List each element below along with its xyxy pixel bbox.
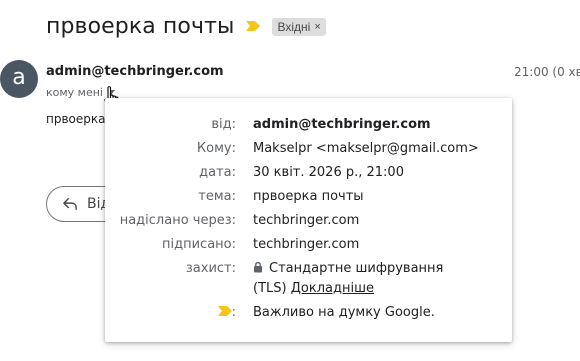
sender-avatar[interactable]: a xyxy=(0,60,38,98)
importance-value: Важливо на думку Google. xyxy=(253,305,435,320)
date-value: 30 квіт. 2026 р., 21:00 xyxy=(253,165,404,180)
lock-icon xyxy=(254,261,262,273)
importance-colon: : xyxy=(231,305,236,320)
message-time: 21:00 (0 хви xyxy=(514,65,580,79)
importance-label: : xyxy=(217,305,236,320)
subject-row: првоерка почты Вхідні × xyxy=(46,14,326,39)
security-value-line2: (TLS) Докладніше xyxy=(253,281,374,296)
subject-value: првоерка почты xyxy=(253,189,364,204)
from-value[interactable]: admin@techbringer.com xyxy=(253,117,431,132)
date-label: дата: xyxy=(199,165,236,180)
to-value[interactable]: Makselpr <makselpr@gmail.com> xyxy=(253,141,479,156)
subject-label: тема: xyxy=(198,189,236,204)
reply-icon xyxy=(63,198,77,210)
email-subject: првоерка почты xyxy=(46,14,235,39)
tls-text: (TLS) xyxy=(253,281,287,296)
from-label: від: xyxy=(211,117,236,132)
remove-label-icon[interactable]: × xyxy=(314,21,320,33)
inbox-label-chip[interactable]: Вхідні × xyxy=(272,17,326,36)
learn-more-link[interactable]: Докладніше xyxy=(291,281,374,296)
important-marker-icon[interactable] xyxy=(246,18,261,36)
important-marker-icon xyxy=(217,306,232,316)
sender-email[interactable]: admin@techbringer.com xyxy=(46,64,224,79)
message-body: првоерка xyxy=(46,112,106,126)
message-details-popup: від: admin@techbringer.com Кому: Makselp… xyxy=(105,98,512,342)
mailed-by-label: надіслано через: xyxy=(119,213,236,228)
security-label: захист: xyxy=(185,261,236,276)
mailed-by-value: techbringer.com xyxy=(253,213,360,228)
inbox-label-text: Вхідні xyxy=(277,19,311,34)
security-value-line1: Стандартне шифрування xyxy=(253,261,443,276)
to-label: Кому: xyxy=(196,141,236,156)
signed-by-value: techbringer.com xyxy=(253,237,360,252)
to-me-label: кому мені xyxy=(46,86,103,99)
security-encryption-text: Стандартне шифрування xyxy=(269,261,444,276)
signed-by-label: підписано: xyxy=(162,237,236,252)
